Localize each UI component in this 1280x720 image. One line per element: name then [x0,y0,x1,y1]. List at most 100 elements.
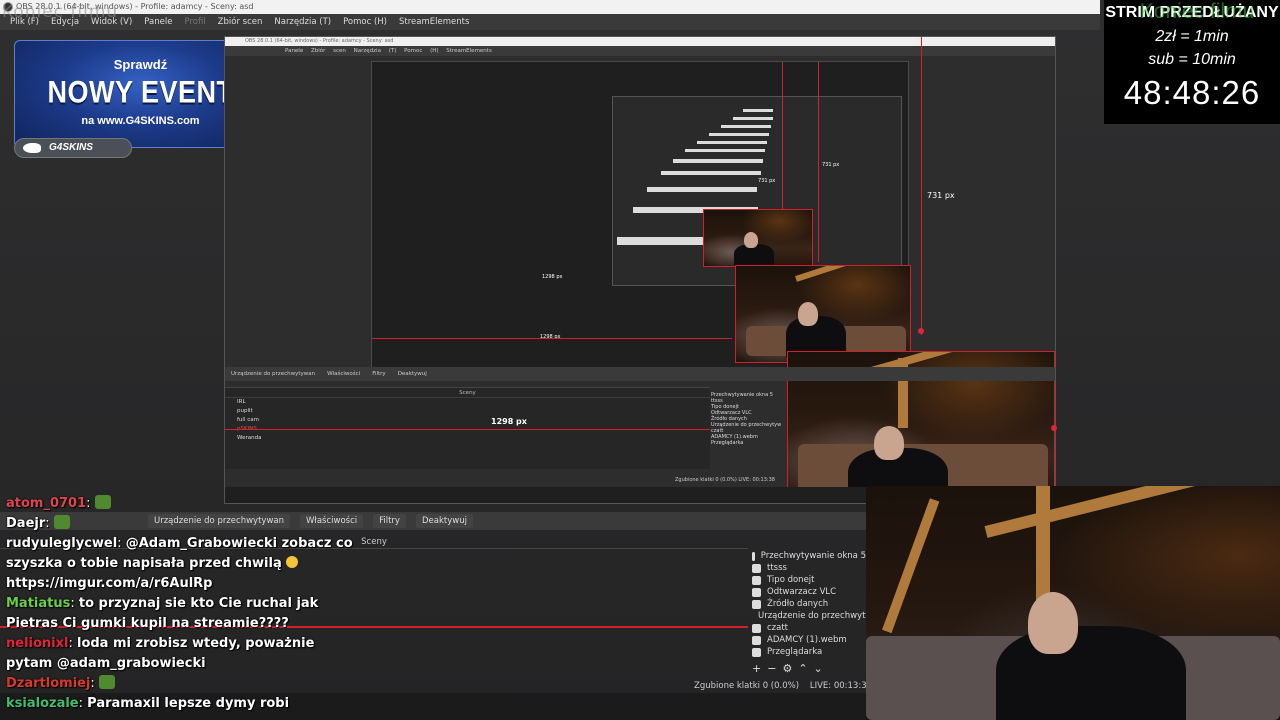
preview-menu-bar: Panele Zbiór scen Narzędzia (T) Pomoc (H… [225,46,1055,56]
source-item[interactable]: czatt [750,622,866,634]
chat-username: nelionixl [6,636,69,651]
chat-text: pytam @adam_grabowiecki [6,656,206,671]
width-guide-line [225,429,710,430]
globe-icon [752,575,761,585]
stair-step [721,125,771,128]
chat-username: Dzartlomiej [6,676,91,691]
source-item[interactable]: ttsss [750,562,866,574]
source-item[interactable]: Odtwarzacz VLC [750,586,866,598]
preview-scenes-header: Sceny [225,388,710,398]
obs-preview[interactable]: OBS 28.0.1 (64-bit, windows) - Profile: … [224,36,1057,504]
preview-scene-item: IRL [237,399,246,405]
remove-source-button[interactable]: − [767,662,776,675]
stair-step [647,187,757,192]
chat-username: ksialozale [6,696,79,711]
preview-menu-streamelements: StreamElements [446,48,492,54]
chat-message: atom_0701: [6,494,306,514]
chat-message: Dzartlomiej: [6,674,306,694]
transform-handle[interactable] [918,328,924,334]
preview-scenes-panel: Sceny IRL puplit full cam pSKINS Weranda [225,387,710,469]
preview-dock-bar: Urządzenie do przechwytywan Właściwości … [225,367,1055,381]
source-label: ttsss [767,563,787,573]
play-icon [752,599,761,609]
g4skins-logo: G4SKINS [14,138,132,158]
stream-frame: OBS 28.0.1 (64-bit, windows) - Profile: … [0,0,1280,720]
preview-source-item: Przeglądarka [711,440,744,446]
chat-text: to przyznaj sie kto Cie ruchal jak [78,596,319,611]
chat-text: Paramaxil lepsze dymy robi [87,696,290,711]
height-label-mid: 731 px [822,162,840,168]
chat-message: Daejr: [6,514,306,534]
preview-tab-filters: Filtry [372,371,386,377]
webcam-scene [866,486,1280,720]
preview-tab-properties: Właściwości [327,371,361,377]
person-torso [996,626,1186,720]
move-up-button[interactable]: ⌃ [798,662,807,675]
deactivate-button[interactable]: Deaktywuj [415,514,473,528]
width-guide-line [372,338,732,339]
pepe-emote-icon [94,495,111,509]
preview-scene-item: full cam [237,417,259,423]
wolf-icon [23,143,41,153]
chat-text: loda mi zrobisz wtedy, poważnie [76,636,315,651]
width-label-mid: 1298 px [540,334,561,340]
source-label: Odtwarzacz VLC [767,587,837,597]
menu-profile[interactable]: Profil [178,14,211,30]
source-item[interactable]: Tipo donejt [750,574,866,586]
chat-message: Matiatus: to przyznaj sie kto Cie ruchal… [6,596,319,611]
chat-message: rudyuleglycwel: @Adam_Grabowiecki zobacz… [6,536,353,551]
tab-filters[interactable]: Filtry [373,514,406,528]
source-item[interactable]: Przechwytywanie okna 5 [750,550,866,562]
source-label: ADAMCY (1).webm [767,635,847,645]
timer-ghost-text: Koniec filmu [1139,0,1255,23]
add-source-button[interactable]: + [752,662,761,675]
menu-scene-collection[interactable]: Zbiór scen [212,14,269,30]
preview-title-bar: OBS 28.0.1 (64-bit, windows) - Profile: … [225,37,1055,46]
roof-post [1036,486,1050,606]
stair-step [685,149,765,152]
menu-streamelements[interactable]: StreamElements [393,14,475,30]
source-label: Urządzenie do przechwytyw [758,611,878,621]
stair-step [733,117,773,120]
source-item[interactable]: Urządzenie do przechwytyw [750,610,877,622]
source-label: Tipo donejt [767,575,815,585]
chat-text: https://imgur.com/a/r6AulRp [6,576,213,591]
source-settings-button[interactable]: ⚙ [782,662,792,675]
overlay-ghost-text: Koniec filmu [2,2,119,22]
menu-help[interactable]: Pomoc (H) [337,14,393,30]
source-item[interactable]: ADAMCY (1).webm [750,634,866,646]
menu-docks[interactable]: Panele [138,14,178,30]
menu-bar: Plik (F) Edycja Widok (V) Panele Profil … [0,14,1100,30]
chat-text: Pietras Ci gumki kupil na streamie???? [6,616,289,631]
person-head [1028,592,1078,654]
source-item[interactable]: Źródło danych [750,598,866,610]
transform-handle[interactable] [1051,425,1057,431]
window-title-bar: OBS 28.0.1 (64-bit, windows) - Profile: … [0,0,1100,14]
stair-step [673,159,763,163]
chat-text: szyszka o tobie napisała przed chwilą [6,556,282,571]
subathon-timer: STRIM PRZEDŁUŻANY Koniec filmu 2zł = 1mi… [1104,0,1280,124]
source-label: Źródło danych [767,599,829,609]
roof-beam [795,266,910,282]
roof-post [882,498,940,634]
preview-menu-scenes: Zbiór scen [310,48,346,54]
timer-rate-donation: 2zł = 1min [1155,28,1229,45]
webcam-nested-small [703,209,813,267]
chat-username: Daejr [6,516,46,531]
pepe-emote-icon [98,675,115,689]
source-item[interactable]: Przeglądarka [750,646,866,658]
logo-text: G4SKINS [49,142,93,153]
chat-username: rudyuleglycwel [6,536,118,551]
person-head [874,426,904,460]
timer-rate-sub: sub = 10min [1148,51,1236,68]
move-down-button[interactable]: ⌄ [814,662,823,675]
preview-menu-docks: Panele [285,48,304,54]
source-label: czatt [767,623,789,633]
stair-step [743,109,773,112]
menu-tools[interactable]: Narzędzia (T) [268,14,337,30]
width-label-small: 1298 px [542,274,563,280]
preview-status: Zgubione klatki 0 (0.0%) LIVE: 00:13:38 [675,477,775,483]
dropped-frames: Zgubione klatki 0 (0.0%) [694,681,800,691]
stair-step [709,133,769,136]
tab-properties[interactable]: Właściwości [300,514,364,528]
